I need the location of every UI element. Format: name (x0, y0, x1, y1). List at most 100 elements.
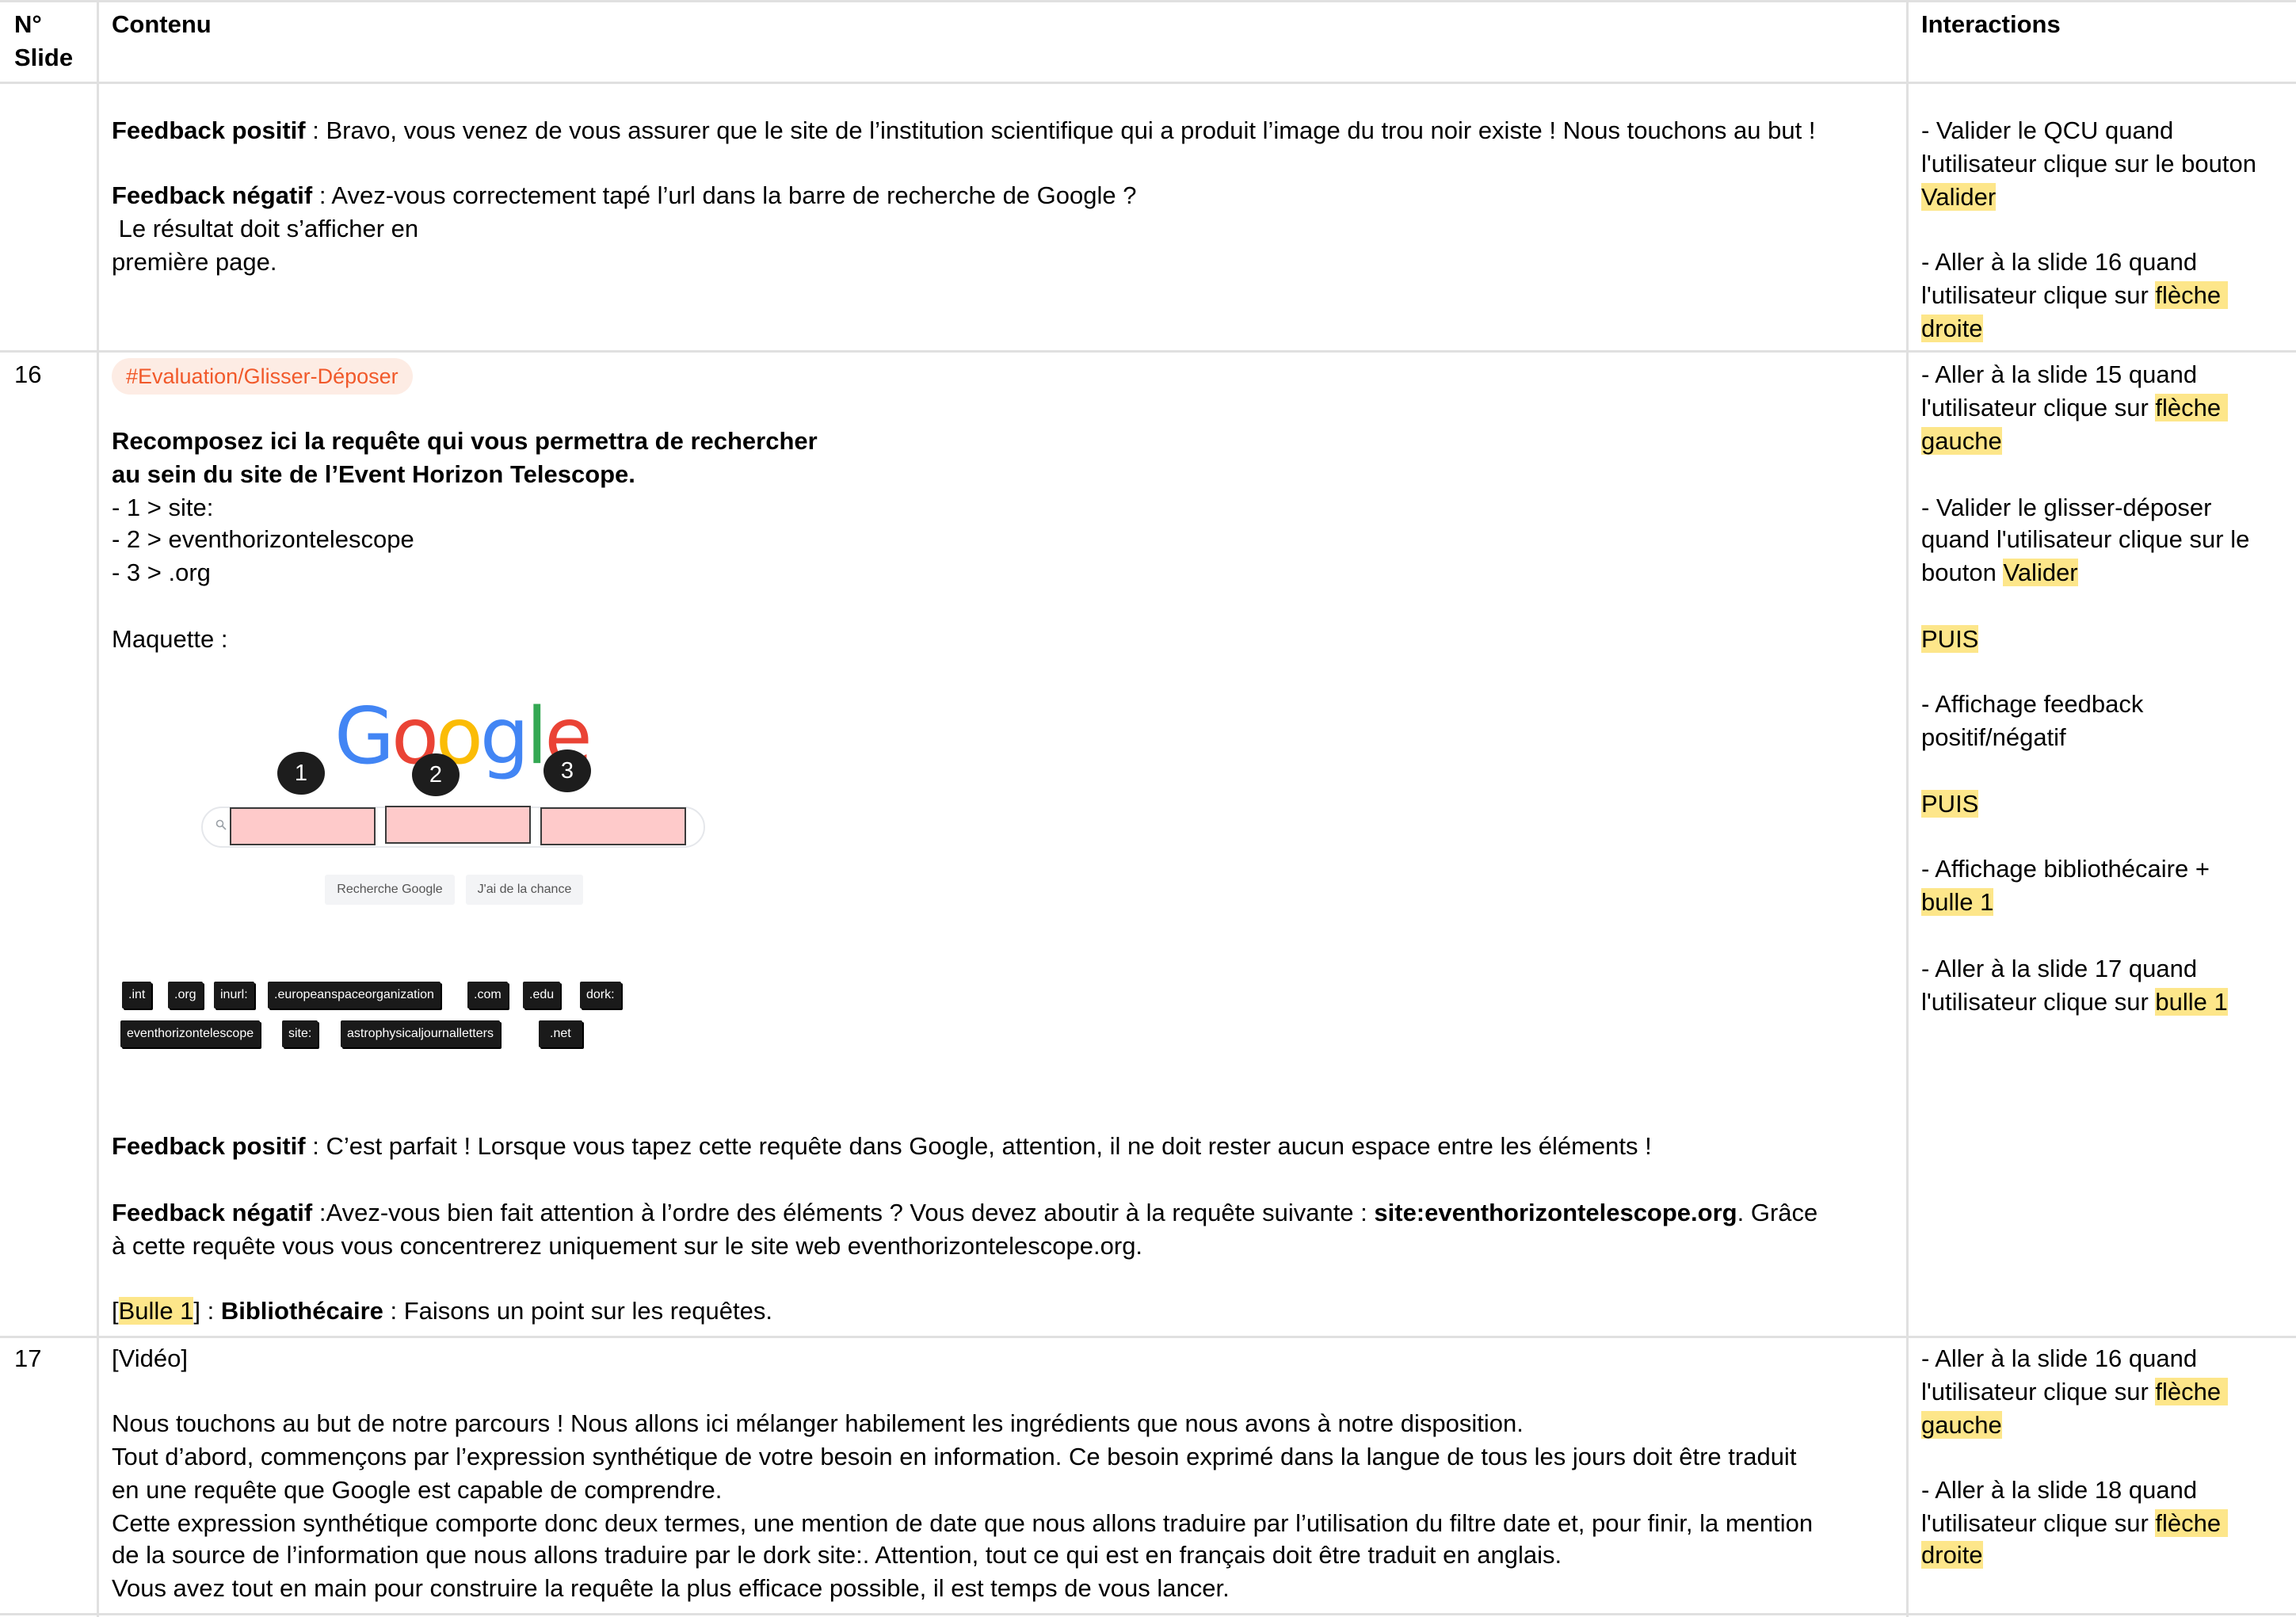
highlight-gauche: gauche (1921, 1411, 2002, 1439)
highlight-valider: Valider (1921, 183, 1997, 211)
google-lucky-button: J'ai de la chance (466, 875, 583, 905)
header-interactions: Interactions (1921, 10, 2061, 38)
row16-puis-1: PUIS (1921, 623, 1979, 656)
highlight-fleche: flèche (2155, 394, 2228, 421)
row16-inter-e-l2: l'utilisateur clique sur bulle 1 (1921, 986, 2228, 1019)
row16-feedback-positive: Feedback positif : C’est parfait ! Lorsq… (112, 1130, 1652, 1163)
highlight-valider: Valider (2003, 559, 2078, 586)
feedback-negative-text: : Avez-vous correctement tapé l’url dans… (312, 181, 1137, 209)
feedback-negative-label: Feedback négatif (112, 181, 313, 209)
prev-inter-1-l1: - Valider le QCU quand (1921, 116, 2174, 144)
prev-inter-1-l2: l'utilisateur clique sur le bouton (1921, 150, 2256, 177)
chip-int[interactable]: .int (122, 982, 152, 1009)
feedback-query: site:eventhorizontelescope.org (1374, 1199, 1737, 1226)
prev-inter-1-l3: Valider (1921, 181, 1997, 214)
chip-dork[interactable]: dork: (580, 982, 621, 1009)
row17-inter-b-l1: - Aller à la slide 18 quand (1921, 1476, 2198, 1504)
row17-inter-a-l3: gauche (1921, 1409, 2002, 1442)
row16-inter-d-l1: - Affichage bibliothécaire + (1921, 855, 2210, 883)
row16-step3: - 3 > .org (112, 559, 211, 586)
highlight-droite: droite (1921, 315, 1983, 342)
inter-text: bouton (1921, 559, 2004, 586)
header-no-label: N° (14, 10, 42, 38)
feedback-positive-text: : Bravo, vous venez de vous assurer que … (305, 116, 1816, 144)
row17-inter-a-l1: - Aller à la slide 16 quand (1921, 1344, 2198, 1372)
highlight-gauche: gauche (1921, 427, 2002, 455)
row17-p2: Tout d’abord, commençons par l’expressio… (112, 1443, 1797, 1470)
bulle-1-highlight: Bulle 1 (118, 1297, 194, 1325)
row-divider-17 (0, 1336, 2296, 1338)
chip-net[interactable]: .net (539, 1020, 582, 1047)
header-slide-number: N° Slide (14, 8, 73, 74)
row16-puis-2: PUIS (1921, 788, 1979, 821)
table-border-top (0, 0, 2296, 2)
chip-inurl[interactable]: inurl: (214, 982, 254, 1009)
row17-p6: Vous avez tout en main pour construire l… (112, 1574, 1230, 1602)
row16-step2: - 2 > eventhorizontelescope (112, 525, 414, 553)
bibliothecaire-text: : Faisons un point sur les requêtes. (383, 1297, 772, 1325)
chip-org[interactable]: .org (168, 982, 203, 1009)
row16-inter-e-l1: - Aller à la slide 17 quand (1921, 955, 2198, 982)
row16-inter-b-l2: quand l'utilisateur clique sur le (1921, 525, 2250, 553)
row17-inter-b-l2: l'utilisateur clique sur flèche (1921, 1507, 2228, 1540)
table-border-bottom (0, 1613, 2296, 1615)
prev-feedback-negative: Feedback négatif : Avez-vous correctemen… (112, 179, 1136, 212)
google-logo-letter: G (334, 692, 395, 782)
column-divider-1 (97, 0, 99, 1617)
row16-inter-a-l2: l'utilisateur clique sur flèche (1921, 391, 2228, 425)
feedback-positive-text: : C’est parfait ! Lorsque vous tapez cet… (305, 1132, 1652, 1160)
drop-slot-1[interactable] (230, 807, 376, 845)
highlight-fleche: flèche (2155, 1378, 2228, 1405)
bibliothecaire-label: Bibliothécaire (220, 1297, 383, 1325)
row16-title-l2: au sein du site de l’Event Horizon Teles… (112, 460, 635, 488)
chip-astrophysicaljournalletters[interactable]: astrophysicaljournalletters (341, 1020, 500, 1047)
feedback-positive-label: Feedback positif (112, 1132, 306, 1160)
chip-com[interactable]: .com (467, 982, 508, 1009)
row16-inter-b-l1: - Valider le glisser-déposer (1921, 494, 2212, 521)
chip-eventhorizontelescope[interactable]: eventhorizontelescope (120, 1020, 261, 1047)
slide-number-16: 16 (14, 360, 42, 388)
row16-inter-c-l2: positif/négatif (1921, 723, 2066, 751)
row-divider-16 (0, 350, 2296, 353)
row16-inter-a-l1: - Aller à la slide 15 quand (1921, 360, 2198, 388)
row16-inter-a-l3: gauche (1921, 425, 2002, 458)
bulle-close: ] : (193, 1297, 221, 1325)
inter-text: l'utilisateur clique sur (1921, 1378, 2156, 1405)
row16-inter-d-l2: bulle 1 (1921, 886, 1994, 919)
row17-video: [Vidéo] (112, 1344, 188, 1372)
row16-title-l1: Recomposez ici la requête qui vous perme… (112, 427, 818, 455)
google-search-button: Recherche Google (325, 875, 455, 905)
google-logo-letter: l (526, 692, 547, 782)
inter-text: l'utilisateur clique sur (1921, 394, 2156, 421)
highlight-fleche: flèche (2155, 1509, 2228, 1537)
search-icon (215, 819, 227, 830)
feedback-negative-after: . Grâce (1737, 1199, 1818, 1226)
row16-bulle-line: [Bulle 1] : Bibliothécaire : Faisons un … (112, 1295, 772, 1328)
row16-feedback-negative: Feedback négatif :Avez-vous bien fait at… (112, 1196, 1817, 1230)
highlight-bulle-1: bulle 1 (2155, 988, 2228, 1016)
feedback-positive-label: Feedback positif (112, 116, 306, 144)
row16-step1: - 1 > site: (112, 494, 214, 521)
column-divider-2 (1906, 0, 1909, 1617)
chip-site[interactable]: site: (282, 1020, 318, 1047)
row16-inter-c-l1: - Affichage feedback (1921, 690, 2144, 718)
prev-feedback-negative-l3: première page. (112, 248, 277, 276)
highlight-fleche: flèche (2155, 281, 2228, 309)
feedback-negative-text: :Avez-vous bien fait attention à l’ordre… (312, 1199, 1375, 1226)
chip-edu[interactable]: .edu (523, 982, 561, 1009)
prev-inter-2-l3: droite (1921, 312, 1983, 345)
row17-inter-b-l3: droite (1921, 1539, 1983, 1572)
slot-marker-3: 3 (543, 749, 591, 792)
highlight-bulle-1: bulle 1 (1921, 888, 1994, 916)
drop-slot-2[interactable] (385, 806, 531, 844)
drop-slot-3[interactable] (540, 807, 686, 845)
inter-text: l'utilisateur clique sur (1921, 281, 2156, 309)
row16-maquette: Maquette : (112, 625, 228, 653)
row17-p3: en une requête que Google est capable de… (112, 1476, 723, 1504)
inter-text: l'utilisateur clique sur (1921, 988, 2156, 1016)
chip-europeanspaceorganization[interactable]: .europeanspaceorganization (268, 982, 441, 1009)
bulle-open: [ (112, 1297, 119, 1325)
row17-p4: Cette expression synthétique comporte do… (112, 1509, 1814, 1537)
evaluation-tag: #Evaluation/Glisser-Déposer (112, 358, 413, 395)
inter-text: l'utilisateur clique sur (1921, 1509, 2156, 1537)
